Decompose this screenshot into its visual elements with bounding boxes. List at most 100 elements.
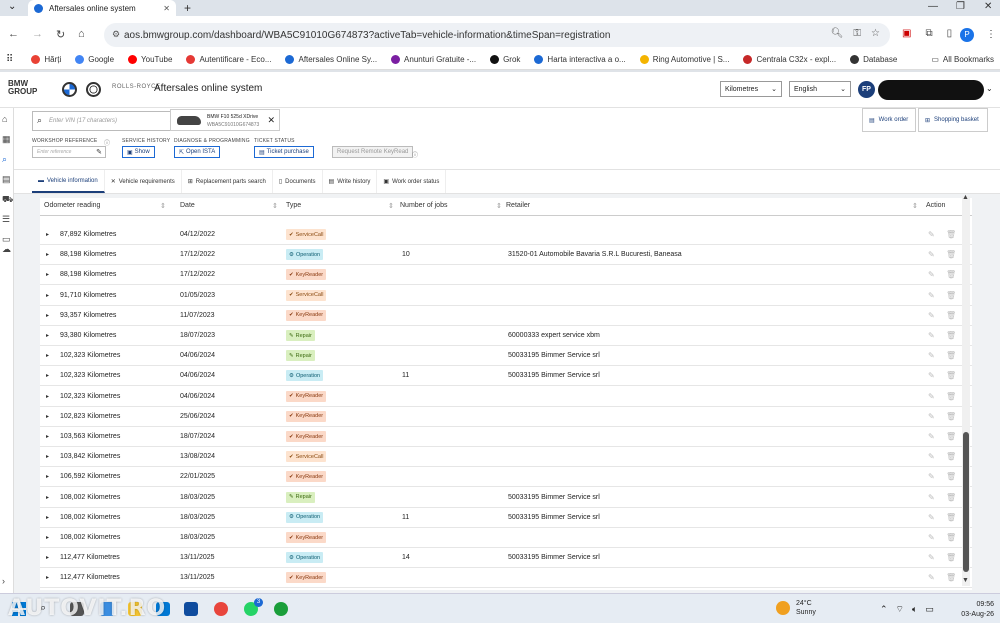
table-row[interactable]: ▸ 112,477 Kilometres 13/11/2025 ⚙ Operation 1… [40, 548, 972, 569]
battery-icon[interactable]: ▭ [925, 604, 934, 615]
expand-row-icon[interactable]: ▸ [46, 433, 49, 440]
expand-row-icon[interactable]: ▸ [46, 312, 49, 319]
edit-icon[interactable]: ✎ [928, 553, 935, 562]
col-odometer[interactable]: Odometer reading [44, 202, 100, 209]
table-row[interactable]: ▸ 93,357 Kilometres 11/07/2023 ✔ KeyReader ✎ 🗑… [40, 306, 972, 326]
table-row[interactable]: ▸ 87,892 Kilometres 04/12/2022 ✔ ServiceCall… [40, 225, 972, 245]
edit-icon[interactable]: ✎ [928, 331, 935, 340]
home-icon[interactable]: ⌂ [2, 114, 7, 124]
maximize-icon[interactable]: ❐ [956, 1, 965, 12]
tab-vehicle-information[interactable]: ▬ Vehicle information [32, 170, 105, 193]
remote-keyread-button[interactable]: Request Remote KeyRead [332, 146, 414, 158]
home-icon[interactable]: ⌂ [78, 28, 85, 40]
ticket-purchase-button[interactable]: ▤ Ticket purchase [254, 146, 314, 158]
tab-documents[interactable]: ▯ Documents [273, 170, 323, 193]
all-bookmarks[interactable]: ▭ All Bookmarks [931, 55, 994, 64]
edit-icon[interactable]: ✎ [928, 230, 935, 239]
tab-search-icon[interactable]: ⌄ [8, 1, 16, 12]
col-jobs[interactable]: Number of jobs [400, 202, 447, 209]
browser-tab[interactable]: Aftersales online system ✕ [28, 0, 176, 16]
delete-icon[interactable]: 🗑︎ [946, 351, 956, 360]
bookmark-item[interactable]: Hărți [31, 55, 61, 64]
expand-row-icon[interactable]: ▸ [46, 494, 49, 501]
edit-icon[interactable]: ✎ [928, 270, 935, 279]
expand-row-icon[interactable]: ▸ [46, 292, 49, 299]
unit-select[interactable]: Kilometres ⌄ [720, 81, 782, 97]
password-key-icon[interactable]: ⚿ [853, 28, 861, 39]
search-icon[interactable]: ⌕ [2, 154, 7, 165]
table-row[interactable]: ▸ 108,002 Kilometres 18/03/2025 ✎ Repair 5003… [40, 488, 972, 508]
expand-row-icon[interactable]: ▸ [46, 574, 49, 581]
tab-replacement-parts-search[interactable]: ⊞ Replacement parts search [182, 170, 273, 193]
table-row[interactable]: ▸ 112,477 Kilometres 13/11/2025 ✔ KeyReader ✎… [40, 568, 972, 589]
delete-icon[interactable]: 🗑︎ [946, 452, 956, 461]
minimize-icon[interactable]: — [928, 1, 938, 12]
browser-menu-icon[interactable]: ⋮ [986, 29, 996, 40]
expand-row-icon[interactable]: ▸ [46, 251, 49, 258]
app-icon[interactable] [274, 602, 288, 616]
info-icon[interactable]: ⓘ [412, 150, 418, 159]
table-row[interactable]: ▸ 102,323 Kilometres 04/06/2024 ⚙ Operation 1… [40, 366, 972, 387]
edit-icon[interactable]: ✎ [928, 452, 935, 461]
expand-row-icon[interactable]: ▸ [46, 372, 49, 379]
cloud-icon[interactable]: ☁ [2, 244, 11, 255]
expand-row-icon[interactable]: ▸ [46, 332, 49, 339]
delete-icon[interactable]: 🗑︎ [946, 392, 956, 401]
delete-icon[interactable]: 🗑︎ [946, 311, 956, 320]
delete-icon[interactable]: 🗑︎ [946, 412, 956, 421]
sort-icon[interactable]: ⇕ [496, 202, 502, 210]
bookmark-item[interactable]: Database [850, 55, 897, 64]
forward-icon[interactable]: → [32, 28, 43, 40]
bookmark-item[interactable]: YouTube [128, 55, 172, 64]
bookmark-item[interactable]: Ring Automotive | S... [639, 55, 729, 64]
delete-icon[interactable]: 🗑︎ [946, 371, 956, 380]
delete-icon[interactable]: 🗑︎ [946, 513, 956, 522]
bookmark-item[interactable]: Autentificare - Eco... [186, 55, 271, 64]
expand-row-icon[interactable]: ▸ [46, 352, 49, 359]
close-window-icon[interactable]: ✕ [984, 1, 992, 12]
expand-row-icon[interactable]: ▸ [46, 413, 49, 420]
expand-sidebar-icon[interactable]: › [2, 576, 5, 586]
edit-icon[interactable]: ✎ [928, 573, 935, 582]
list-icon[interactable]: ☰ [2, 214, 10, 225]
extensions-puzzle-icon[interactable]: ⧉ [925, 28, 932, 39]
table-row[interactable]: ▸ 103,842 Kilometres 13/08/2024 ✔ ServiceCal… [40, 447, 972, 468]
edit-icon[interactable]: ✎ [928, 412, 935, 421]
edit-icon[interactable]: ✎ [928, 250, 935, 259]
tab-work-order-status[interactable]: ▣ Work order status [377, 170, 447, 193]
work-order-button[interactable]: ▤ Work order [862, 108, 916, 132]
delete-icon[interactable]: 🗑︎ [946, 230, 956, 239]
scroll-up-icon[interactable]: ▲ [962, 194, 969, 201]
apps-grid-icon[interactable]: ⠿ [6, 54, 13, 65]
close-tab-icon[interactable]: ✕ [163, 4, 170, 13]
table-row[interactable]: ▸ 102,323 Kilometres 04/06/2024 ✎ Repair 5003… [40, 346, 972, 367]
bookmark-item[interactable]: Harta interactiva a o... [534, 55, 626, 64]
zoom-icon[interactable]: 🔍︎ [831, 28, 844, 39]
scrollbar-thumb[interactable] [963, 432, 969, 572]
expand-row-icon[interactable]: ▸ [46, 453, 49, 460]
expand-row-icon[interactable]: ▸ [46, 473, 49, 480]
workshop-reference-input[interactable]: Enter reference ✎ [32, 146, 106, 158]
expand-row-icon[interactable]: ▸ [46, 271, 49, 278]
bookmark-item[interactable]: Centrala C32x - expl... [743, 55, 836, 64]
tab-write-history[interactable]: ▤ Write history [323, 170, 378, 193]
new-tab-icon[interactable]: + [184, 1, 191, 15]
vehicle-chip[interactable]: BMW F10 525d XDrive WBA5C91010G674873 ✕ [170, 109, 280, 131]
table-row[interactable]: ▸ 91,710 Kilometres 01/05/2023 ✔ ServiceCall… [40, 286, 972, 306]
bookmark-item[interactable]: Aftersales Online Sy... [285, 55, 377, 64]
edit-icon[interactable]: ✎ [928, 493, 935, 502]
delete-icon[interactable]: 🗑︎ [946, 432, 956, 441]
bookmark-item[interactable]: Anunturi Gratuite -... [391, 55, 476, 64]
show-history-button[interactable]: ▣ Show [122, 146, 155, 158]
site-info-icon[interactable]: ⚙ [112, 29, 120, 40]
language-select[interactable]: English ⌄ [789, 81, 851, 97]
delete-icon[interactable]: 🗑︎ [946, 553, 956, 562]
expand-row-icon[interactable]: ▸ [46, 554, 49, 561]
vehicle-icon[interactable]: ▤ [2, 174, 11, 185]
table-row[interactable]: ▸ 88,198 Kilometres 17/12/2022 ⚙ Operation 10… [40, 245, 972, 266]
reload-icon[interactable]: ↻ [56, 28, 65, 41]
edit-icon[interactable]: ✎ [928, 311, 935, 320]
table-row[interactable]: ▸ 102,823 Kilometres 25/06/2024 ✔ KeyReader ✎… [40, 407, 972, 427]
delete-icon[interactable]: 🗑︎ [946, 533, 956, 542]
delete-icon[interactable]: 🗑︎ [946, 250, 956, 259]
